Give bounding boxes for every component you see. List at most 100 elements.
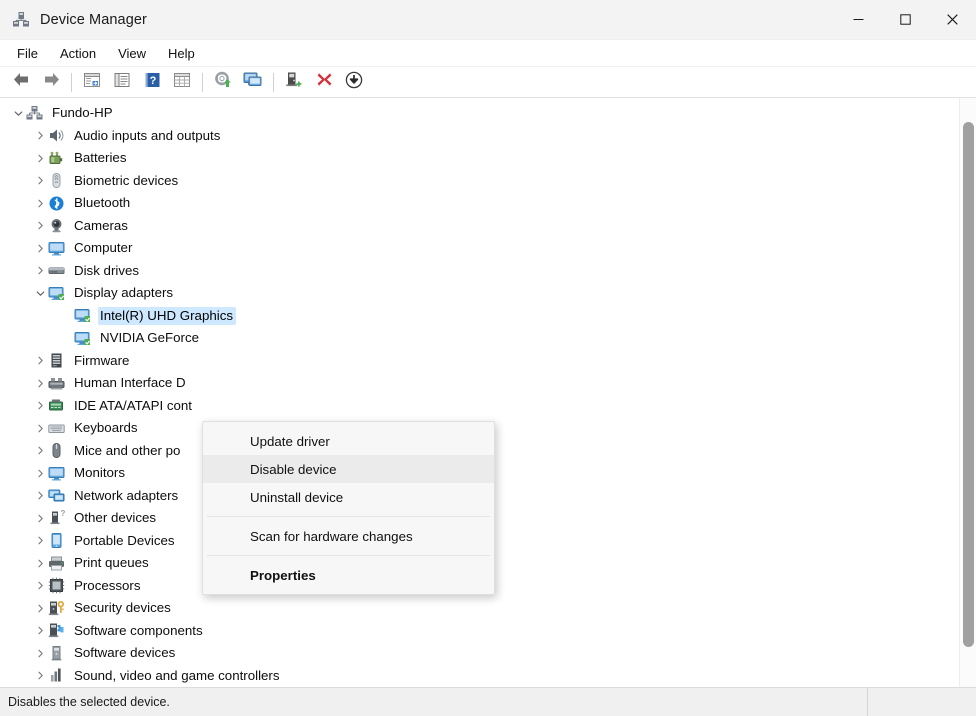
tree-item-label: Fundo-HP xyxy=(52,105,113,121)
context-menu-item[interactable]: Update driver xyxy=(203,427,494,455)
tree-item-label: Firmware xyxy=(74,352,130,368)
chevron-right-icon[interactable] xyxy=(32,510,48,526)
chevron-right-icon[interactable] xyxy=(32,623,48,639)
processor-icon xyxy=(48,577,65,594)
title-bar: Device Manager xyxy=(0,0,976,40)
chevron-right-icon[interactable] xyxy=(32,645,48,661)
monitor-icon xyxy=(48,240,65,257)
chevron-down-icon[interactable] xyxy=(32,285,48,301)
menu-bar: File Action View Help xyxy=(0,40,976,67)
back-arrow-icon xyxy=(12,71,31,93)
tree-item[interactable]: Sound, video and game controllers xyxy=(0,665,959,688)
chevron-right-icon[interactable] xyxy=(32,353,48,369)
chevron-right-icon[interactable] xyxy=(32,150,48,166)
chevron-right-icon[interactable] xyxy=(32,240,48,256)
show-hide-console-tree-button[interactable] xyxy=(77,69,107,95)
menu-view[interactable]: View xyxy=(107,43,157,64)
context-menu-item[interactable]: Disable device xyxy=(203,455,494,483)
tree-item[interactable]: NVIDIA GeForce xyxy=(0,327,959,350)
tree-item[interactable]: Computer xyxy=(0,237,959,260)
tree-item-label: Network adapters xyxy=(74,487,179,503)
minimize-button[interactable] xyxy=(835,0,882,40)
tree-item[interactable]: Audio inputs and outputs xyxy=(0,125,959,148)
back-button[interactable] xyxy=(6,69,36,95)
properties-button[interactable] xyxy=(107,69,137,95)
chevron-right-icon[interactable] xyxy=(32,465,48,481)
tree-item[interactable]: Intel(R) UHD Graphics xyxy=(0,305,959,328)
add-drivers-button[interactable] xyxy=(279,69,309,95)
vertical-scrollbar-thumb[interactable] xyxy=(963,122,974,647)
tree-item-label: Keyboards xyxy=(74,420,138,436)
update-driver-button[interactable] xyxy=(208,69,238,95)
view-button[interactable] xyxy=(167,69,197,95)
menu-file[interactable]: File xyxy=(6,43,49,64)
context-menu-item[interactable]: Uninstall device xyxy=(203,483,494,511)
display-adapter-icon xyxy=(74,307,91,324)
chevron-right-icon[interactable] xyxy=(32,533,48,549)
tree-item[interactable]: Firmware xyxy=(0,350,959,373)
tree-item[interactable]: IDE ATA/ATAPI cont xyxy=(0,395,959,418)
forward-arrow-icon xyxy=(42,71,61,93)
chevron-right-icon[interactable] xyxy=(32,578,48,594)
device-tree[interactable]: Fundo-HP Audio inputs and outputs Batterie… xyxy=(0,98,959,687)
chevron-right-icon[interactable] xyxy=(32,555,48,571)
chevron-right-icon[interactable] xyxy=(32,263,48,279)
tree-item[interactable]: Human Interface D xyxy=(0,372,959,395)
view-list-icon xyxy=(173,72,191,93)
software-device-icon xyxy=(48,645,65,662)
tree-item[interactable]: Bluetooth xyxy=(0,192,959,215)
toolbar: ? xyxy=(0,67,976,98)
close-button[interactable] xyxy=(929,0,976,40)
tree-item-label: Portable Devices xyxy=(74,532,175,548)
chevron-right-icon[interactable] xyxy=(32,668,48,684)
tree-item[interactable]: Security devices xyxy=(0,597,959,620)
tree-item[interactable]: Batteries xyxy=(0,147,959,170)
chevron-right-icon[interactable] xyxy=(32,218,48,234)
tree-item-label: Cameras xyxy=(74,217,128,233)
help-button[interactable]: ? xyxy=(137,69,167,95)
chevron-right-icon[interactable] xyxy=(32,398,48,414)
chevron-right-icon[interactable] xyxy=(32,128,48,144)
human-interface-icon xyxy=(48,375,65,392)
context-menu-item[interactable]: Properties xyxy=(203,561,494,589)
tree-item[interactable]: Software devices xyxy=(0,642,959,665)
tree-item[interactable]: Disk drives xyxy=(0,260,959,283)
tree-item-label: Disk drives xyxy=(74,262,140,278)
disable-device-button[interactable] xyxy=(339,69,369,95)
vertical-scrollbar[interactable] xyxy=(959,98,976,687)
tree-item-label: NVIDIA GeForce xyxy=(100,330,200,346)
chevron-right-icon[interactable] xyxy=(32,600,48,616)
tree-item[interactable]: Fundo-HP xyxy=(0,102,959,125)
tree-item[interactable]: Display adapters xyxy=(0,282,959,305)
tree-item-label: Biometric devices xyxy=(74,172,179,188)
menu-help[interactable]: Help xyxy=(157,43,206,64)
display-adapter-icon xyxy=(48,285,65,302)
context-menu[interactable]: Update driver Disable device Uninstall dev… xyxy=(202,421,495,595)
chevron-right-icon[interactable] xyxy=(32,488,48,504)
forward-button[interactable] xyxy=(36,69,66,95)
chevron-down-icon[interactable] xyxy=(10,105,26,121)
console-tree-icon xyxy=(83,72,101,93)
tree-item[interactable]: Software components xyxy=(0,620,959,643)
chevron-right-icon[interactable] xyxy=(32,173,48,189)
maximize-button[interactable] xyxy=(882,0,929,40)
context-menu-separator xyxy=(207,516,490,517)
chevron-right-icon[interactable] xyxy=(32,375,48,391)
chevron-right-icon[interactable] xyxy=(32,443,48,459)
fingerprint-icon xyxy=(48,172,65,189)
tree-item-label: Processors xyxy=(74,577,141,593)
device-manager-icon xyxy=(12,11,30,29)
speaker-icon xyxy=(48,127,65,144)
context-menu-item[interactable]: Scan for hardware changes xyxy=(203,522,494,550)
scan-for-hardware-changes-button[interactable] xyxy=(238,69,268,95)
tree-item[interactable]: Cameras xyxy=(0,215,959,238)
chevron-right-icon[interactable] xyxy=(32,420,48,436)
tree-item-label: IDE ATA/ATAPI cont xyxy=(74,397,192,413)
uninstall-device-button[interactable] xyxy=(309,69,339,95)
security-device-icon xyxy=(48,600,65,617)
tree-item-label: Mice and other po xyxy=(74,442,181,458)
menu-action[interactable]: Action xyxy=(49,43,107,64)
tree-item[interactable]: Biometric devices xyxy=(0,170,959,193)
chevron-right-icon[interactable] xyxy=(32,195,48,211)
tree-item-label: Monitors xyxy=(74,465,125,481)
